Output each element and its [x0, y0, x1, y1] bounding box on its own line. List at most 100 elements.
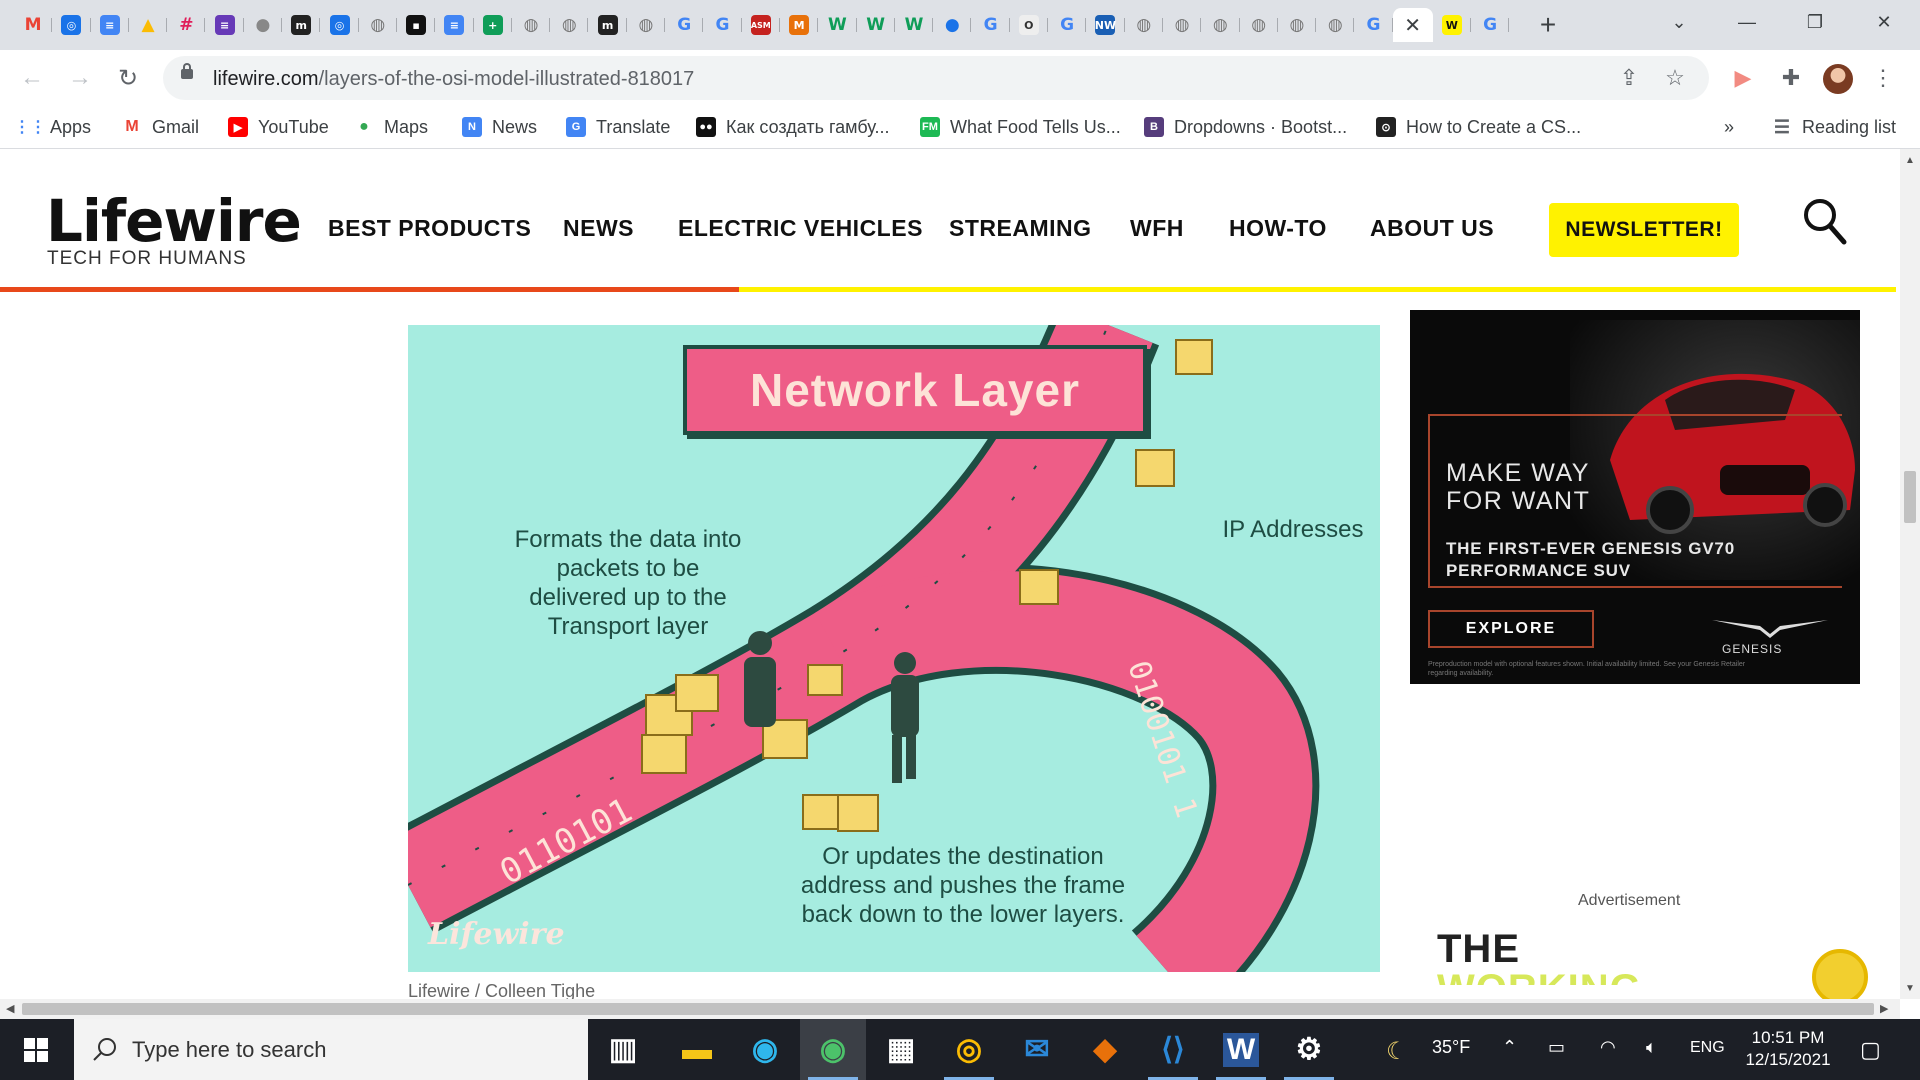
volume-icon[interactable]: 🔈︎ — [1646, 1037, 1657, 1058]
share-icon[interactable]: ⇪ — [1617, 65, 1641, 90]
browser-tab[interactable]: + — [474, 8, 513, 42]
second-ad-subtitle[interactable]: WORKING — [1437, 967, 1642, 985]
reload-button[interactable]: ↻ — [112, 62, 144, 94]
site-nav-link[interactable]: STREAMING — [949, 215, 1092, 242]
site-logo[interactable]: Lifewire — [46, 187, 302, 255]
back-button[interactable]: ← — [16, 62, 48, 94]
taskbar-search-placeholder[interactable]: Type here to search — [132, 1037, 326, 1063]
browser-tab[interactable]: ◍ — [359, 8, 398, 42]
taskbar-app[interactable]: ✉ — [1004, 1019, 1070, 1080]
browser-tab[interactable]: m — [282, 8, 321, 42]
taskbar-app[interactable]: ▥ — [590, 1019, 656, 1080]
browser-tab[interactable]: ◎ — [52, 8, 91, 42]
reading-list-button[interactable]: ☰ Reading list — [1772, 114, 1896, 140]
notifications-icon[interactable]: ▢ — [1860, 1037, 1881, 1063]
browser-tab[interactable]: ASM — [742, 8, 781, 42]
profile-avatar[interactable] — [1823, 64, 1853, 94]
site-nav-link[interactable]: WFH — [1130, 215, 1184, 242]
site-nav-link[interactable]: NEWS — [563, 215, 634, 242]
browser-tab[interactable]: ≡ — [205, 8, 245, 42]
extensions-puzzle-icon[interactable]: ✚ — [1776, 63, 1806, 93]
browser-tab[interactable]: ◍ — [1125, 8, 1164, 42]
vertical-scrollbar[interactable]: ▲ ▼ — [1900, 149, 1920, 999]
show-hidden-icons-icon[interactable]: ⌃ — [1502, 1037, 1517, 1058]
minimize-button[interactable]: — — [1713, 0, 1781, 44]
browser-tab[interactable]: G — [1354, 8, 1393, 42]
browser-tab[interactable]: G — [703, 8, 742, 42]
bookmark-item[interactable]: ▶ YouTube — [228, 114, 329, 140]
taskbar-search-box[interactable]: Type here to search — [74, 1019, 588, 1080]
vertical-scroll-thumb[interactable] — [1904, 471, 1916, 523]
taskbar-app[interactable]: W — [1208, 1019, 1274, 1080]
browser-tab[interactable]: W — [895, 8, 934, 42]
address-bar[interactable]: lifewire.com/layers-of-the-osi-model-ill… — [163, 56, 1709, 100]
restore-button[interactable]: ❐ — [1781, 0, 1849, 44]
close-window-button[interactable]: ✕ — [1850, 0, 1918, 44]
bookmark-item[interactable]: N News — [462, 114, 537, 140]
browser-tab[interactable]: ◍ — [1240, 8, 1279, 42]
browser-tab[interactable]: ● — [933, 8, 972, 42]
browser-tab[interactable]: # — [167, 8, 206, 42]
new-tab-button[interactable]: + — [1530, 8, 1566, 42]
scroll-up-arrow-icon[interactable]: ▲ — [1905, 155, 1915, 166]
scroll-down-arrow-icon[interactable]: ▼ — [1905, 983, 1915, 994]
taskbar-app[interactable]: ⟨⟩ — [1140, 1019, 1206, 1080]
browser-tab[interactable]: ▲ — [129, 8, 168, 42]
browser-tab[interactable]: G — [971, 8, 1011, 42]
browser-tab[interactable]: ✕ — [1392, 8, 1433, 42]
browser-tab[interactable]: ◍ — [1201, 8, 1240, 42]
bookmark-item[interactable]: B Dropdowns · Bootst... — [1144, 114, 1347, 140]
start-button[interactable] — [0, 1019, 72, 1080]
browser-tab[interactable]: W — [857, 8, 896, 42]
bookmark-item[interactable]: G Translate — [566, 114, 670, 140]
browser-tab[interactable]: ◍ — [512, 8, 551, 42]
browser-tab[interactable]: ◍ — [627, 8, 666, 42]
browser-tab[interactable]: ◎ — [320, 8, 359, 42]
weather-moon-icon[interactable]: ☾ — [1386, 1037, 1408, 1066]
browser-tab[interactable]: ≡ — [91, 8, 130, 42]
browser-tab[interactable]: ◍ — [1316, 8, 1355, 42]
bookmarks-overflow-button[interactable]: » — [1724, 114, 1734, 140]
browser-tab[interactable]: O — [1010, 8, 1049, 42]
taskbar-app[interactable]: ◉ — [732, 1019, 798, 1080]
weather-temperature[interactable]: 35°F — [1432, 1037, 1470, 1058]
browser-tab[interactable]: W — [1433, 8, 1472, 42]
genesis-advertisement[interactable]: MAKE WAY FOR WANT THE FIRST-EVER GENESIS… — [1410, 310, 1860, 684]
extension-icon[interactable]: ▶ — [1728, 63, 1758, 93]
ad-explore-button[interactable]: EXPLORE — [1428, 610, 1594, 648]
browser-tab[interactable]: G — [665, 8, 704, 42]
forward-button[interactable]: → — [64, 62, 96, 94]
browser-tab[interactable]: M — [780, 8, 819, 42]
taskbar-app[interactable]: ⚙ — [1276, 1019, 1342, 1080]
bookmark-item[interactable]: ⊙ How to Create a CS... — [1376, 114, 1581, 140]
bookmark-item[interactable]: ●● Как создать гамбу... — [696, 114, 889, 140]
taskbar-app[interactable]: ▬ — [664, 1019, 730, 1080]
site-nav-link[interactable]: ELECTRIC VEHICLES — [678, 215, 923, 242]
url-text[interactable]: lifewire.com/layers-of-the-osi-model-ill… — [213, 68, 694, 91]
taskbar-app[interactable]: ▦ — [868, 1019, 934, 1080]
browser-tab[interactable]: W — [818, 8, 857, 42]
close-icon[interactable]: ✕ — [1404, 13, 1421, 38]
taskbar-app[interactable]: ◆ — [1072, 1019, 1138, 1080]
battery-icon[interactable]: ▭ — [1548, 1037, 1565, 1058]
horizontal-scroll-thumb[interactable] — [22, 1003, 1874, 1015]
browser-tab[interactable]: G — [1048, 8, 1087, 42]
browser-tab[interactable]: ◍ — [550, 8, 589, 42]
bookmark-item[interactable]: ● Maps — [354, 114, 428, 140]
tab-search-icon[interactable]: ⌄ — [1645, 0, 1713, 44]
bookmark-item[interactable]: FM What Food Tells Us... — [920, 114, 1121, 140]
browser-tab[interactable]: ◍ — [1163, 8, 1202, 42]
browser-tab[interactable]: m — [588, 8, 628, 42]
wifi-icon[interactable]: ◠ — [1600, 1037, 1616, 1058]
newsletter-button[interactable]: NEWSLETTER! — [1549, 203, 1739, 257]
search-icon[interactable] — [1802, 197, 1848, 247]
browser-tab[interactable]: ≡ — [435, 8, 474, 42]
browser-tab[interactable]: ▪ — [397, 8, 436, 42]
taskbar-app[interactable]: ◎ — [936, 1019, 1002, 1080]
browser-tab[interactable]: ◍ — [1278, 8, 1317, 42]
scroll-right-arrow-icon[interactable]: ▶ — [1880, 1002, 1888, 1015]
browser-tab[interactable]: ● — [244, 8, 283, 42]
site-nav-link[interactable]: BEST PRODUCTS — [328, 215, 531, 242]
bookmark-item[interactable]: ⋮⋮ Apps — [14, 114, 91, 140]
second-ad-title[interactable]: THE — [1437, 927, 1520, 972]
